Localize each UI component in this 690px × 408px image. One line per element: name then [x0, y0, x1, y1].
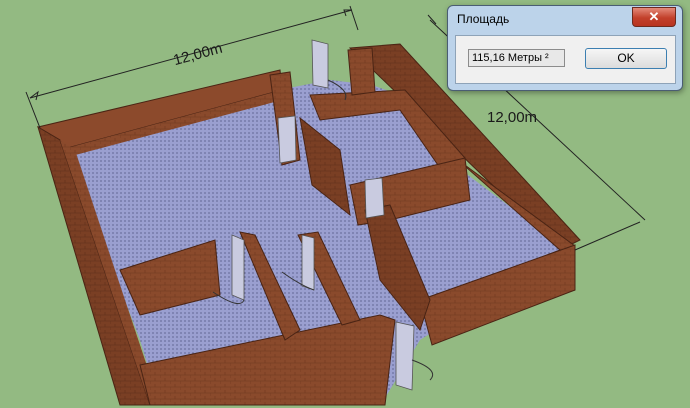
- dialog-body: 115,16 Метры ² OK: [455, 35, 676, 84]
- door-swing-arc: [411, 359, 434, 381]
- interior-wall-9: [347, 47, 376, 96]
- close-icon[interactable]: ✕: [632, 7, 676, 27]
- door-4: [395, 321, 415, 391]
- door-3: [301, 234, 315, 291]
- dimension-label-right: 12,00m: [487, 109, 537, 126]
- dialog-titlebar[interactable]: Площадь ✕: [448, 6, 682, 32]
- ok-button[interactable]: OK: [585, 48, 667, 69]
- door-6: [364, 177, 385, 219]
- door-1: [277, 115, 297, 164]
- dimension-label-top: 12,00m: [172, 40, 225, 69]
- dialog-title: Площадь: [457, 12, 510, 26]
- area-dialog: Площадь ✕ 115,16 Метры ² OK: [447, 5, 683, 91]
- door-2: [231, 234, 245, 301]
- door-5: [311, 39, 329, 89]
- area-value-field[interactable]: 115,16 Метры ²: [468, 49, 565, 67]
